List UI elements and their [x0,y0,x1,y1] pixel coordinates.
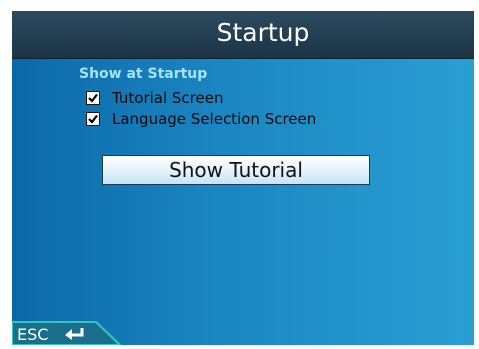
tutorial-screen-label: Tutorial Screen [112,89,224,107]
checkmark-icon [88,114,98,124]
language-selection-screen-label: Language Selection Screen [112,110,317,128]
startup-screen: Startup Show at Startup Tutorial Screen … [12,11,474,345]
language-selection-screen-checkbox[interactable] [86,112,100,126]
show-tutorial-button[interactable]: Show Tutorial [102,155,370,185]
esc-label: ESC [17,325,49,344]
checkmark-icon [88,93,98,103]
return-arrow-icon [65,328,84,340]
section-heading-show-at-startup: Show at Startup [79,66,208,82]
tutorial-screen-checkbox[interactable] [86,91,100,105]
title-bar: Startup [12,11,474,59]
page-title: Startup [216,18,310,47]
esc-button[interactable]: ESC [12,320,122,345]
